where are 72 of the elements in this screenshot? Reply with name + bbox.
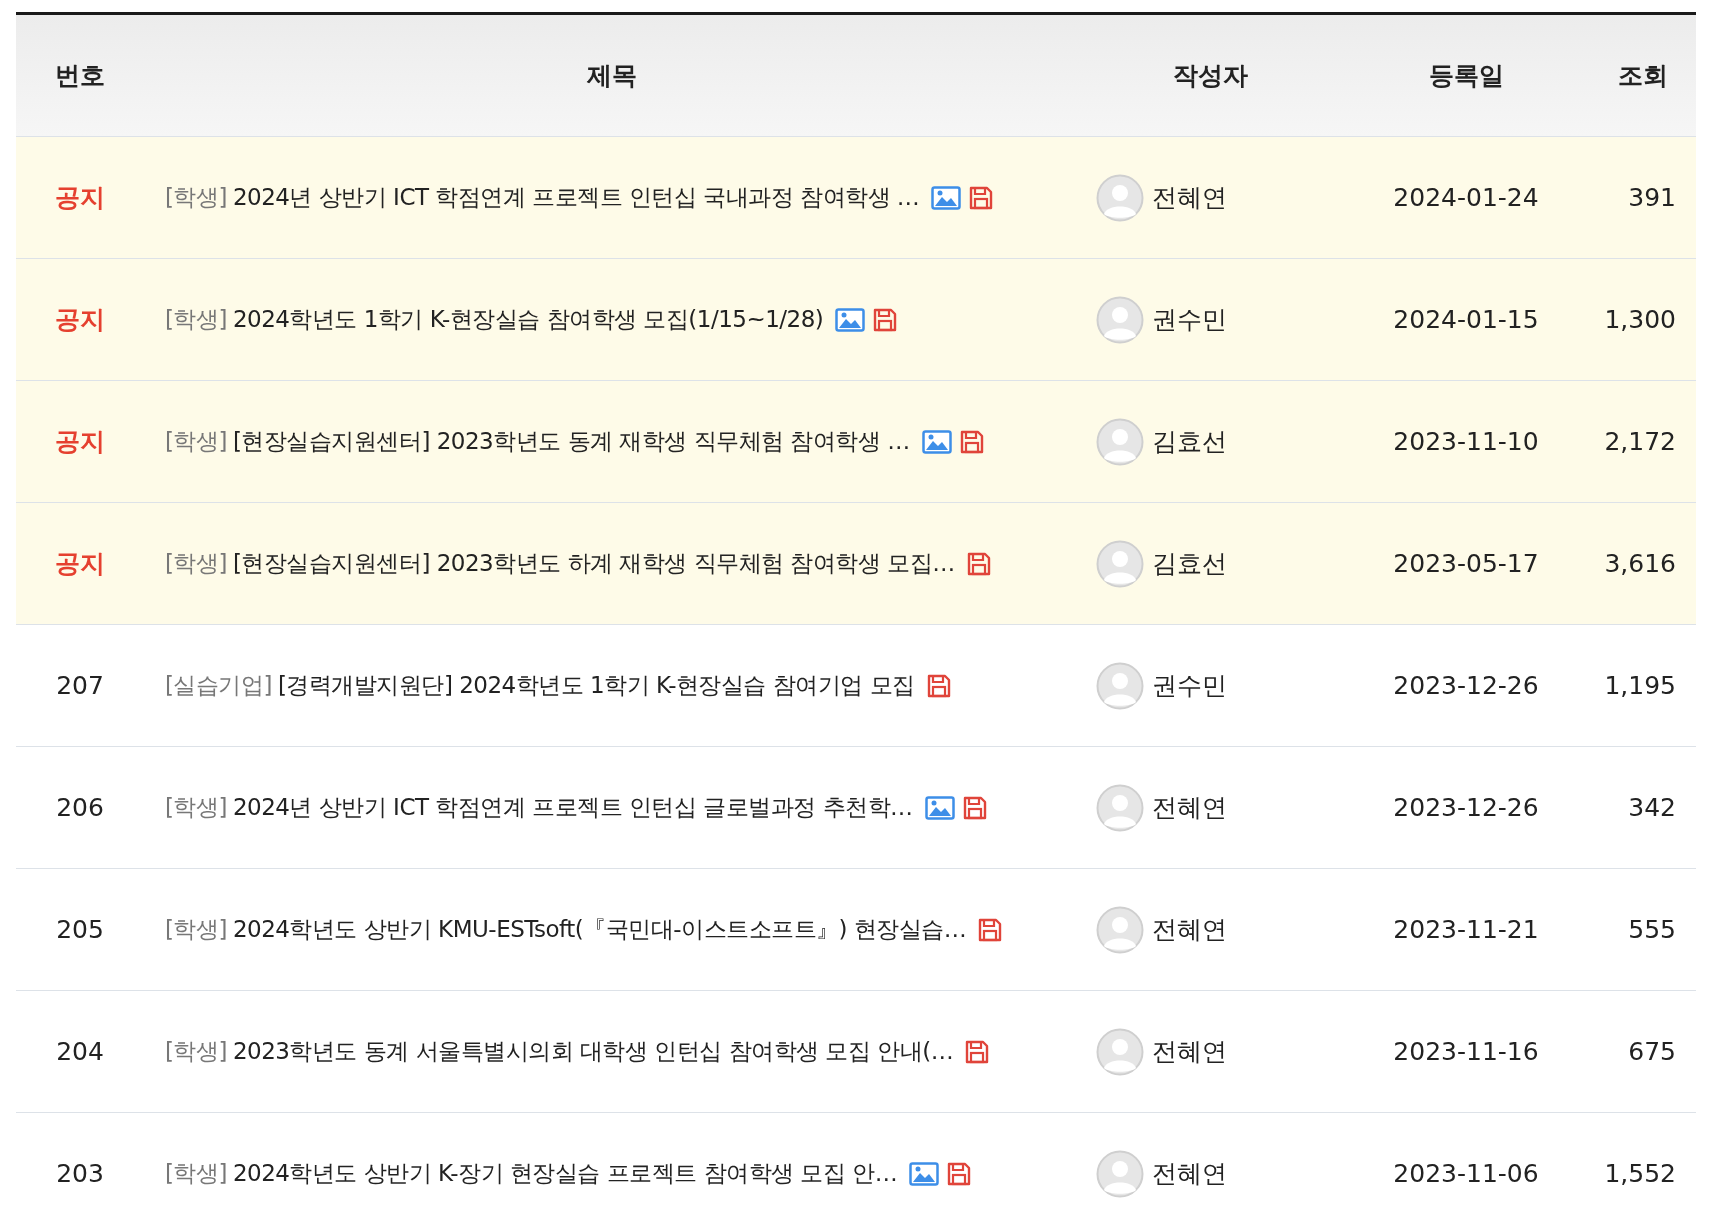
table-row[interactable]: 공지 [학생] 2024학년도 1학기 K-현장실습 참여학생 모집(1/15~1/28) 권수민 2024-01-15 1,300 [16, 259, 1696, 381]
post-number: 206 [56, 791, 104, 824]
view-count: 391 [1628, 181, 1676, 214]
post-category: [학생] [165, 427, 227, 457]
post-title[interactable]: 2024학년도 1학기 K-현장실습 참여학생 모집(1/15~1/28) [232, 302, 824, 337]
author-name: 김효선 [1152, 547, 1227, 580]
author-name: 전혜연 [1152, 181, 1227, 214]
avatar-silhouette [1096, 417, 1144, 466]
view-count: 342 [1628, 791, 1676, 824]
post-number: 207 [56, 669, 104, 702]
post-title[interactable]: [경력개발지원단] 2024학년도 1학기 K-현장실습 참여기업 모집 [277, 668, 915, 703]
post-date: 2023-11-10 [1393, 425, 1539, 458]
table-row[interactable]: 공지 [학생] 2024년 상반기 ICT 학점연계 프로젝트 인턴십 국내과정 참여학생 … 전혜연 2024-01-24 391 [16, 137, 1696, 259]
post-date: 2023-12-26 [1393, 669, 1539, 702]
author-name: 전혜연 [1152, 913, 1227, 946]
post-date: 2023-11-16 [1393, 1035, 1539, 1068]
avatar-silhouette [1096, 295, 1144, 344]
post-category: [학생] [165, 183, 227, 213]
avatar-silhouette [1096, 783, 1144, 832]
view-count: 555 [1628, 913, 1676, 946]
author-name: 전혜연 [1152, 1157, 1227, 1190]
avatar-silhouette [1096, 1027, 1144, 1076]
view-count: 1,300 [1604, 303, 1676, 336]
avatar-silhouette [1096, 1149, 1144, 1198]
column-header: 작성자 [1172, 59, 1248, 92]
post-number: 공지 [55, 425, 105, 458]
post-number: 공지 [55, 547, 105, 580]
column-header: 제목 [587, 59, 637, 92]
column-header: 조회 [1618, 59, 1668, 92]
table-row[interactable]: 공지 [학생] [현장실습지원센터] 2023학년도 동계 재학생 직무체험 참여학생 … 김효선 2023-11-10 2,172 [16, 381, 1696, 503]
author-name: 권수민 [1152, 669, 1227, 702]
post-title[interactable]: [현장실습지원센터] 2023학년도 하계 재학생 직무체험 참여학생 모집… [232, 546, 955, 581]
table-row[interactable]: 공지 [학생] [현장실습지원센터] 2023학년도 하계 재학생 직무체험 참여학생 모집… 김효선 2023-05-17 3,616 [16, 503, 1696, 625]
post-number: 공지 [55, 303, 105, 336]
post-number: 204 [56, 1035, 104, 1068]
avatar-silhouette [1096, 539, 1144, 588]
post-date: 2024-01-15 [1393, 303, 1539, 336]
post-title[interactable]: 2024학년도 상반기 KMU-ESTsoft(『국민대-이스트소프트』) 현장실습… [232, 912, 967, 947]
view-count: 1,552 [1604, 1157, 1676, 1190]
post-date: 2023-12-26 [1393, 791, 1539, 824]
post-category: [학생] [165, 915, 227, 945]
author-name: 전혜연 [1152, 791, 1227, 824]
post-category: [학생] [165, 305, 227, 335]
post-date: 2023-05-17 [1393, 547, 1539, 580]
author-name: 권수민 [1152, 303, 1227, 336]
post-title[interactable]: 2023학년도 동계 서울특별시의회 대학생 인턴십 참여학생 모집 안내(… [232, 1034, 954, 1069]
avatar-silhouette [1096, 173, 1144, 222]
author-name: 전혜연 [1152, 1035, 1227, 1068]
post-number: 203 [56, 1157, 104, 1190]
post-category: [학생] [165, 793, 227, 823]
view-count: 675 [1628, 1035, 1676, 1068]
post-date: 2023-11-21 [1393, 913, 1539, 946]
post-category: [학생] [165, 549, 227, 579]
post-title[interactable]: 2024학년도 상반기 K-장기 현장실습 프로젝트 참여학생 모집 안… [232, 1156, 898, 1191]
column-header: 번호 [55, 59, 105, 92]
author-name: 김효선 [1152, 425, 1227, 458]
view-count: 3,616 [1604, 547, 1676, 580]
post-number: 205 [56, 913, 104, 946]
post-date: 2023-11-06 [1393, 1157, 1539, 1190]
post-number: 공지 [55, 181, 105, 214]
avatar-silhouette [1096, 905, 1144, 954]
post-category: [학생] [165, 1037, 227, 1067]
post-title[interactable]: [현장실습지원센터] 2023학년도 동계 재학생 직무체험 참여학생 … [232, 424, 910, 459]
post-date: 2024-01-24 [1393, 181, 1539, 214]
column-header: 등록일 [1428, 59, 1504, 92]
view-count: 2,172 [1604, 425, 1676, 458]
post-title[interactable]: 2024년 상반기 ICT 학점연계 프로젝트 인턴십 글로벌과정 추천학… [232, 790, 913, 825]
post-category: [학생] [165, 1159, 227, 1189]
post-title[interactable]: 2024년 상반기 ICT 학점연계 프로젝트 인턴십 국내과정 참여학생 … [232, 180, 920, 215]
view-count: 1,195 [1604, 669, 1676, 702]
avatar-silhouette [1096, 661, 1144, 710]
post-category: [실습기업] [165, 671, 272, 701]
